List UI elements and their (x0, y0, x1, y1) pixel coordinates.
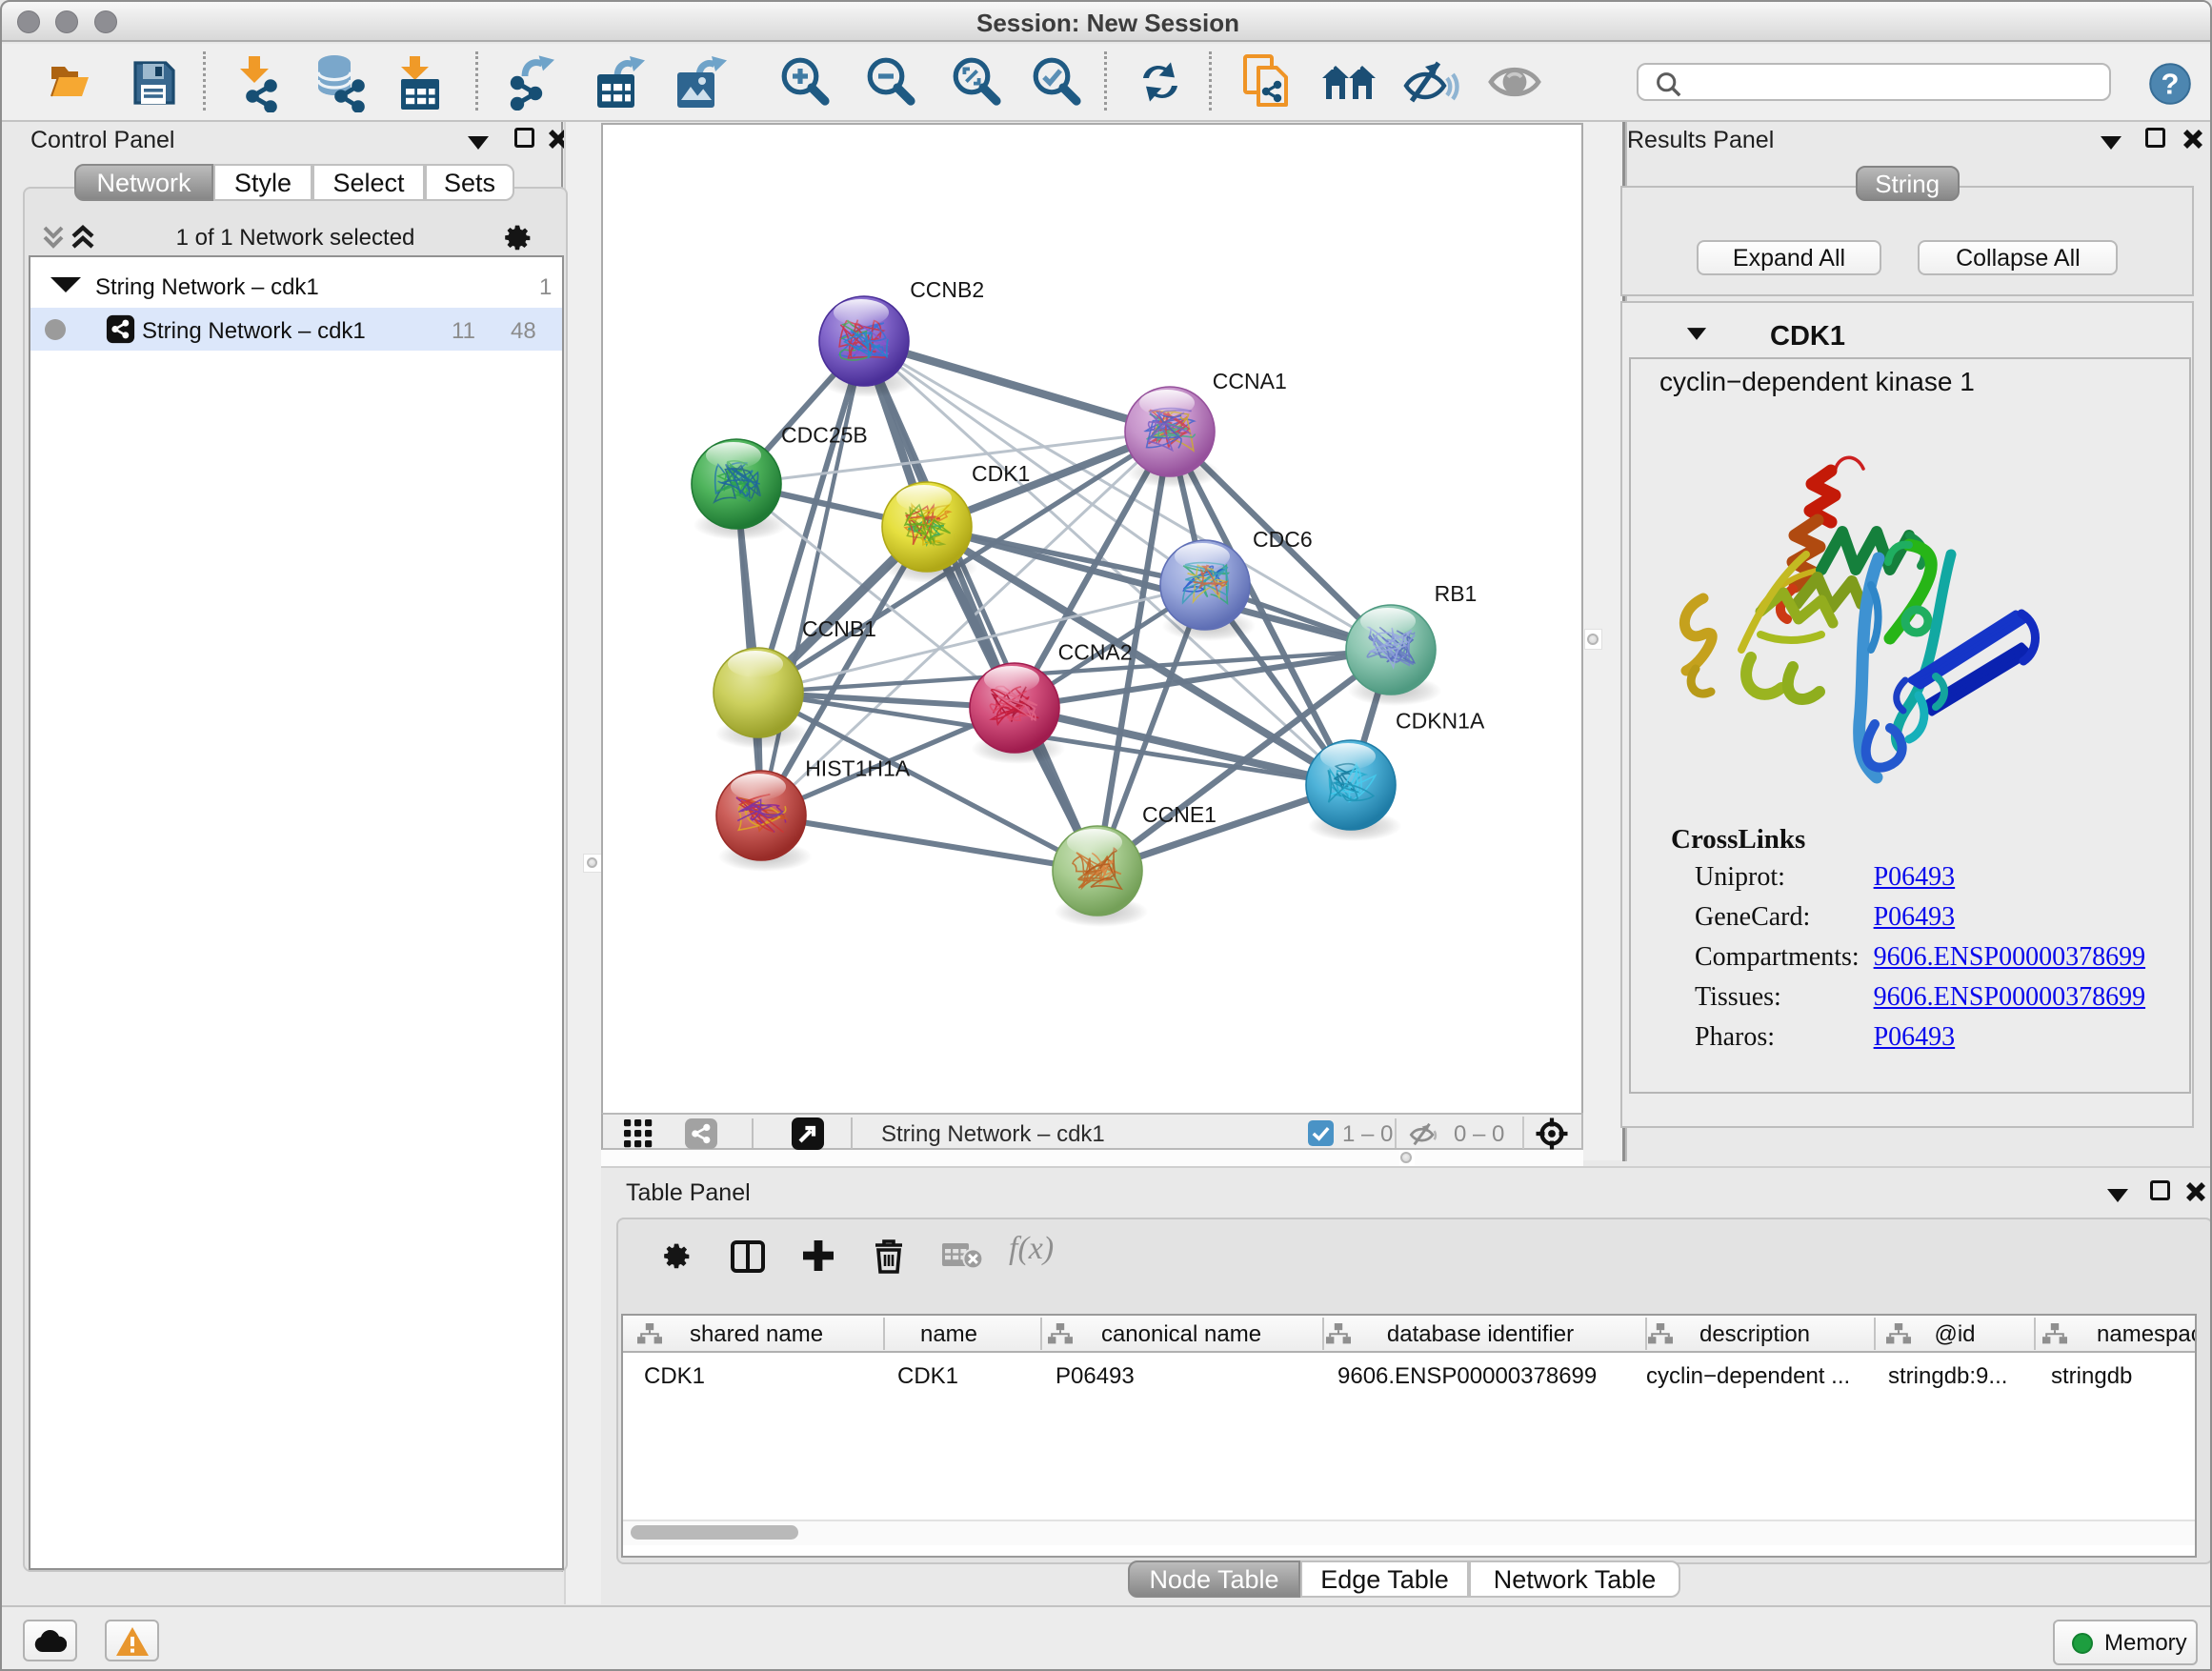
svg-text:CDKN1A: CDKN1A (1396, 709, 1485, 734)
svg-text:CCNA2: CCNA2 (1058, 639, 1133, 664)
svg-text:RB1: RB1 (1435, 581, 1478, 606)
svg-text:CCNE1: CCNE1 (1142, 802, 1217, 827)
svg-text:CCNB1: CCNB1 (802, 616, 876, 641)
svg-text:CCNA1: CCNA1 (1213, 369, 1287, 393)
svg-text:CDK1: CDK1 (972, 461, 1030, 486)
svg-text:CDC6: CDC6 (1253, 527, 1313, 552)
svg-text:CCNB2: CCNB2 (910, 277, 984, 302)
svg-text:CDC25B: CDC25B (781, 422, 868, 447)
svg-text:HIST1H1A: HIST1H1A (805, 756, 911, 781)
svg-text:?: ? (2162, 68, 2180, 101)
